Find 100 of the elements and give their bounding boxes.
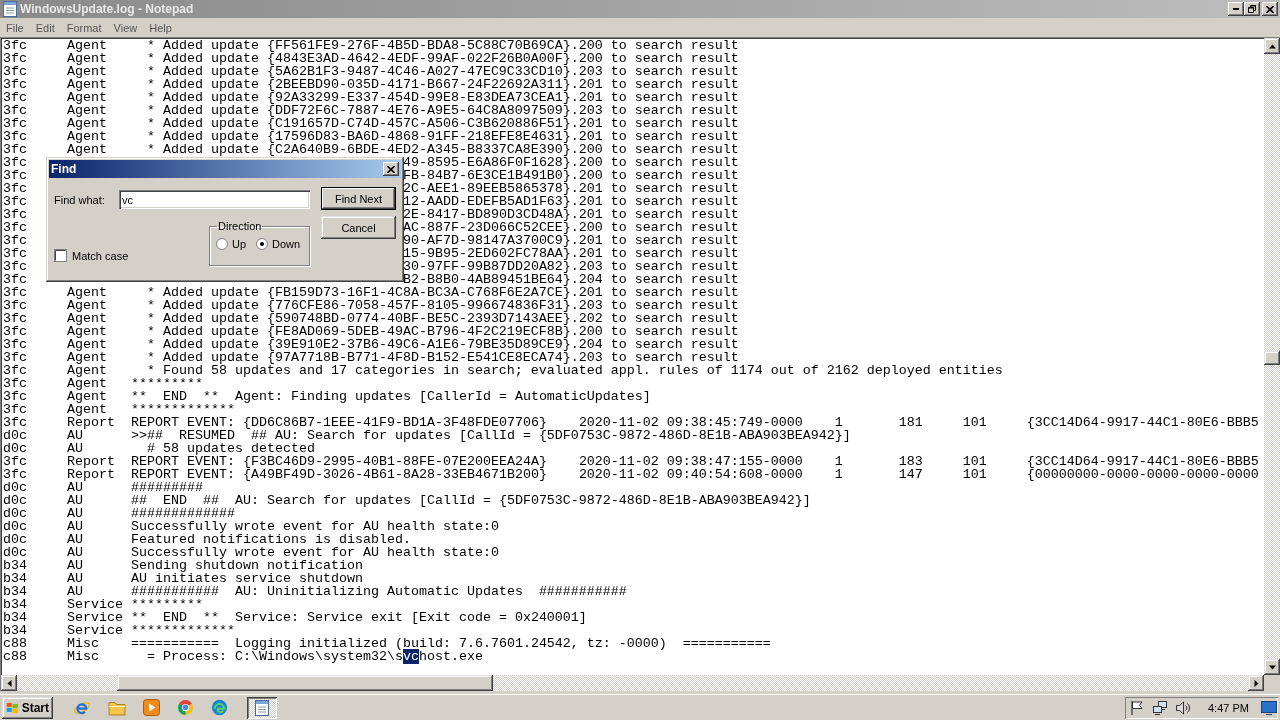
menu-item[interactable]: Edit xyxy=(29,21,61,34)
close-icon xyxy=(1266,5,1274,13)
log-message: Featured notifications is disabled. xyxy=(130,533,411,546)
thread-id: b34 xyxy=(3,598,27,611)
log-source: Agent xyxy=(67,338,107,351)
log-source: Agent xyxy=(67,299,107,312)
segmented-circle-icon[interactable] xyxy=(177,699,194,716)
close-button[interactable] xyxy=(383,162,399,176)
match-case-checkbox[interactable]: Match case xyxy=(54,249,129,262)
scroll-up-button[interactable] xyxy=(1264,38,1280,54)
log-message: * Found 58 updates and 17 categories in search; evaluated appl. rules of 1174 out of 2162 deployed entities xyxy=(146,364,1003,377)
right-arrow-icon xyxy=(1252,679,1260,687)
thread-id: 3fc xyxy=(3,273,27,286)
clock[interactable]: 4:47 PM xyxy=(1208,701,1249,714)
network-icon[interactable] xyxy=(1152,699,1168,716)
log-source: Agent xyxy=(67,78,107,91)
swirl-icon[interactable] xyxy=(211,699,228,716)
horizontal-scrollbar[interactable] xyxy=(1,675,1264,691)
radio-icon[interactable] xyxy=(216,238,228,250)
scroll-left-button[interactable] xyxy=(1,675,17,691)
log-message: * Added update {4843E3AD-4642-4EDF-99AF-022F26B0A00F}.200 to search result xyxy=(146,52,739,65)
thread-id: 3fc xyxy=(3,325,27,338)
log-message: ############# xyxy=(130,507,235,520)
start-button[interactable]: Start xyxy=(2,696,53,719)
log-source: Agent xyxy=(67,390,107,403)
vertical-scrollbar[interactable] xyxy=(1264,38,1280,675)
log-message: Successfully wrote event for AU health state:0 xyxy=(130,520,499,533)
log-source: AU xyxy=(67,481,83,494)
thread-id: 3fc xyxy=(3,65,27,78)
thread-id: b34 xyxy=(3,585,27,598)
thread-id: 3fc xyxy=(3,416,27,429)
log-message: ** END ** Agent: Finding updates [CallerId = AutomaticUpdates] xyxy=(130,390,651,403)
log-message: 30-97FF-99B87DD20A82}.203 to search result xyxy=(402,260,739,273)
log-source: Agent xyxy=(67,312,107,325)
flag-icon[interactable] xyxy=(1129,699,1145,716)
log-message: 12-AADD-EDEFB5AD1F63}.201 to search result xyxy=(402,195,739,208)
thread-id: 3fc xyxy=(3,455,27,468)
log-source: Service xyxy=(67,624,123,637)
log-source: Agent xyxy=(67,143,107,156)
close-button[interactable] xyxy=(1262,2,1278,16)
thread-id: 3fc xyxy=(3,39,27,52)
radio-option[interactable]: Down xyxy=(256,238,301,250)
log-message: ************* xyxy=(130,403,235,416)
log-source: AU xyxy=(67,572,83,585)
menu-item[interactable]: File xyxy=(0,21,30,34)
minimize-button[interactable] xyxy=(1228,2,1244,16)
log-source: Report xyxy=(67,416,115,429)
thread-id: 3fc xyxy=(3,247,27,260)
log-source: Agent xyxy=(67,104,107,117)
thread-id: b34 xyxy=(3,572,27,585)
thread-id: b34 xyxy=(3,611,27,624)
thread-id: d0c xyxy=(3,429,27,442)
log-message: * Added update {590748BD-0774-40BF-BE5C-2393D7143AEE}.202 to search result xyxy=(146,312,739,325)
text-area[interactable] xyxy=(1,38,1264,675)
scroll-thumb[interactable] xyxy=(1264,351,1280,365)
menu-item[interactable]: Format xyxy=(60,21,108,34)
scroll-thumb[interactable] xyxy=(117,675,493,691)
restore-button[interactable] xyxy=(1244,2,1260,16)
menu-item[interactable]: View xyxy=(107,21,144,34)
cancel-button[interactable]: Cancel xyxy=(321,216,396,239)
radio-option[interactable]: Up xyxy=(216,238,247,250)
menu-item[interactable]: Help xyxy=(143,21,178,34)
thread-id: 3fc xyxy=(3,78,27,91)
log-message: FB-84B7-6E3CE1B491B0}.200 to search result xyxy=(402,169,739,182)
taskbar-button[interactable] xyxy=(247,696,277,719)
thread-id: 3fc xyxy=(3,260,27,273)
checkbox-icon[interactable] xyxy=(54,249,67,262)
thread-id: 3fc xyxy=(3,286,27,299)
up-arrow-icon xyxy=(1268,42,1276,50)
log-source: Agent xyxy=(67,130,107,143)
log-source: Agent xyxy=(67,403,107,416)
scroll-right-button[interactable] xyxy=(1248,675,1264,691)
scroll-down-button[interactable] xyxy=(1264,659,1280,675)
log-message: * Added update {FF561FE9-276F-4B5D-BDA8-5C88C70B69CA}.200 to search result xyxy=(146,39,739,52)
log-message: * Added update {C2A640B9-6BDE-4ED2-A345-B8337CA8E390}.200 to search result xyxy=(146,143,739,156)
log-source: Agent xyxy=(67,286,107,299)
log-message: ######### xyxy=(130,481,203,494)
radio-icon[interactable] xyxy=(256,238,269,250)
play-icon[interactable] xyxy=(143,699,160,716)
log-message: ## END ## AU: Search for updates [CallId = {5DF0753C-9872-486D-8E1B-ABA903BEA942}] xyxy=(130,494,811,507)
thread-id: d0c xyxy=(3,533,27,546)
speaker-icon[interactable] xyxy=(1175,699,1191,716)
log-message: Sending shutdown notification xyxy=(130,559,363,572)
log-message: * Added update {FB159D73-16F1-4C8A-BC3A-C768F6E2A7CE}.201 to search result xyxy=(146,286,739,299)
log-source: AU xyxy=(67,520,83,533)
log-message: * Added update {776CFE86-7058-457F-8105-996674836F31}.203 to search result xyxy=(146,299,739,312)
log-source: Agent xyxy=(67,91,107,104)
find-next-button[interactable]: Find Next xyxy=(321,187,396,210)
find-what-field[interactable]: vc xyxy=(119,190,310,209)
thread-id: d0c xyxy=(3,520,27,533)
log-message: * Added update {DDF72F6C-7887-4E76-A9E5-64C8A8097509}.203 to search result xyxy=(146,104,739,117)
windows-logo-icon xyxy=(6,700,19,715)
folder-icon[interactable] xyxy=(108,699,126,716)
thread-id: c88 xyxy=(3,650,27,663)
log-source: Misc xyxy=(67,637,99,650)
thread-id: 3fc xyxy=(3,364,27,377)
thread-id: 3fc xyxy=(3,195,27,208)
log-source: Agent xyxy=(67,377,107,390)
desktop-icon[interactable] xyxy=(1260,700,1277,715)
dialog-title: Find xyxy=(51,162,78,176)
